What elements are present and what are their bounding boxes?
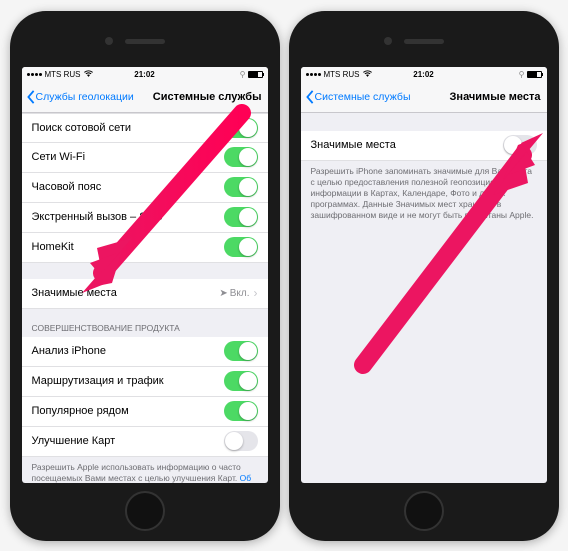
cell-cellular-search[interactable]: Поиск сотовой сети	[22, 113, 268, 143]
carrier-label: MTS RUS	[45, 70, 81, 79]
cell-label: Экстренный вызов – SOS	[32, 211, 224, 223]
nav-bar: Службы геолокации Системные службы	[22, 83, 268, 113]
back-label: Службы геолокации	[36, 91, 134, 103]
toggle[interactable]	[503, 135, 537, 155]
cell-improve-maps[interactable]: Улучшение Карт	[22, 427, 268, 457]
toggle[interactable]	[224, 177, 258, 197]
cell-wifi-networking[interactable]: Сети Wi-Fi	[22, 143, 268, 173]
home-button[interactable]	[404, 491, 444, 531]
clock: 21:02	[384, 70, 463, 79]
toggle[interactable]	[224, 207, 258, 227]
cell-emergency-sos[interactable]: Экстренный вызов – SOS	[22, 203, 268, 233]
toggle[interactable]	[224, 371, 258, 391]
cell-detail: Вкл.	[230, 288, 250, 299]
cell-label: Часовой пояс	[32, 181, 224, 193]
chevron-right-icon: ›	[254, 286, 258, 300]
cell-label: Значимые места	[311, 139, 503, 151]
toggle[interactable]	[224, 401, 258, 421]
nav-bar: Системные службы Значимые места	[301, 83, 547, 113]
toggle[interactable]	[224, 431, 258, 451]
cell-label: Маршрутизация и трафик	[32, 375, 224, 387]
location-arrow-icon: ➤	[219, 288, 227, 299]
battery-icon	[248, 71, 263, 78]
group-header-improvement: СОВЕРШЕНСТВОВАНИЕ ПРОДУКТА	[22, 309, 268, 337]
toggle[interactable]	[224, 341, 258, 361]
cell-routing-traffic[interactable]: Маршрутизация и трафик	[22, 367, 268, 397]
clock: 21:02	[105, 70, 184, 79]
cell-label: Улучшение Карт	[32, 435, 224, 447]
cell-label: Сети Wi-Fi	[32, 151, 224, 163]
status-bar: MTS RUS 21:02 ⚲	[22, 67, 268, 83]
speaker-slit	[404, 39, 444, 44]
back-button[interactable]: Службы геолокации	[26, 90, 134, 104]
signal-icon	[27, 73, 42, 76]
nav-title: Значимые места	[450, 91, 541, 103]
toggle[interactable]	[224, 147, 258, 167]
toggle[interactable]	[224, 118, 258, 138]
back-button[interactable]: Системные службы	[305, 90, 411, 104]
bluetooth-icon: ⚲	[519, 70, 525, 79]
back-label: Системные службы	[315, 91, 411, 103]
cell-homekit[interactable]: HomeKit	[22, 233, 268, 263]
screen-left: MTS RUS 21:02 ⚲ Службы геолокации Систем…	[22, 67, 268, 483]
camera-dot	[384, 37, 392, 45]
carrier-label: MTS RUS	[324, 70, 360, 79]
status-bar: MTS RUS 21:02 ⚲	[301, 67, 547, 83]
cell-popular-near-me[interactable]: Популярное рядом	[22, 397, 268, 427]
cell-label: HomeKit	[32, 241, 224, 253]
cell-timezone[interactable]: Часовой пояс	[22, 173, 268, 203]
battery-icon	[527, 71, 542, 78]
phone-right: MTS RUS 21:02 ⚲ Системные службы Значимы…	[289, 11, 559, 541]
wifi-icon	[363, 70, 372, 79]
nav-title: Системные службы	[153, 91, 262, 103]
home-button[interactable]	[125, 491, 165, 531]
footer-description: Разрешить iPhone запоминать значимые для…	[301, 161, 547, 229]
screen-right: MTS RUS 21:02 ⚲ Системные службы Значимы…	[301, 67, 547, 483]
wifi-icon	[84, 70, 93, 79]
phone-left: MTS RUS 21:02 ⚲ Службы геолокации Систем…	[10, 11, 280, 541]
signal-icon	[306, 73, 321, 76]
bluetooth-icon: ⚲	[240, 70, 246, 79]
content-scroll[interactable]: Поиск сотовой сети Сети Wi-Fi Часовой по…	[22, 113, 268, 483]
cell-label: Популярное рядом	[32, 405, 224, 417]
footer-text: Разрешить Apple использовать информацию …	[22, 457, 268, 483]
cell-significant-locations[interactable]: Значимые места ➤ Вкл. ›	[22, 279, 268, 309]
camera-dot	[105, 37, 113, 45]
cell-significant-locations-toggle[interactable]: Значимые места	[301, 131, 547, 161]
toggle[interactable]	[224, 237, 258, 257]
speaker-slit	[125, 39, 165, 44]
cell-label: Значимые места	[32, 287, 220, 299]
cell-iphone-analytics[interactable]: Анализ iPhone	[22, 337, 268, 367]
content-scroll[interactable]: Значимые места Разрешить iPhone запомина…	[301, 113, 547, 483]
cell-label: Анализ iPhone	[32, 345, 224, 357]
cell-label: Поиск сотовой сети	[32, 122, 224, 134]
